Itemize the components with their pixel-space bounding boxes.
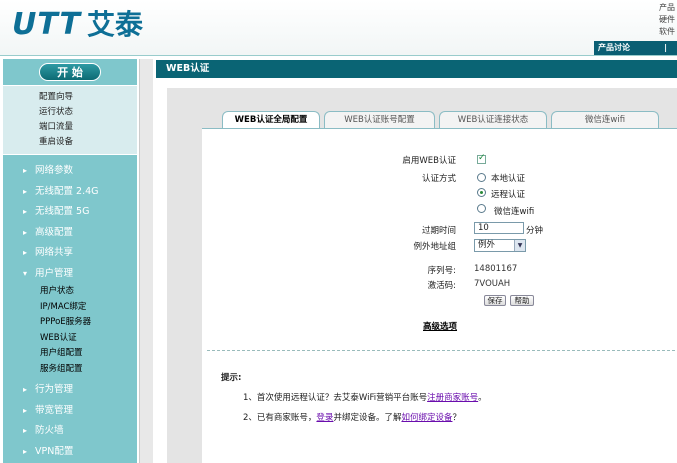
- start-button[interactable]: 开 始: [39, 63, 101, 81]
- tip-1: 1、首次使用远程认证？去艾泰WiFi营销平台账号注册商家账号。: [243, 391, 487, 403]
- exception-group-value: 例外: [478, 240, 496, 250]
- chevron-right-icon: ▸: [23, 248, 28, 257]
- auth-method-label: 认证方式: [421, 174, 456, 184]
- tab-connection-status[interactable]: WEB认证连接状态: [439, 111, 547, 128]
- login-link[interactable]: 登录: [316, 413, 333, 423]
- tab-bar: WEB认证全局配置 WEB认证账号配置 WEB认证连接状态 微信连wifi: [222, 111, 659, 129]
- sidebar-subitem-service-group[interactable]: 服务组配置: [3, 362, 137, 378]
- sidebar-item-label: 网络共享: [35, 247, 74, 258]
- sidebar-subitem-web-auth[interactable]: WEB认证: [3, 331, 137, 347]
- chevron-right-icon: ▸: [23, 166, 28, 175]
- radio-wechat-wifi-label: 微信连wifi: [494, 207, 535, 217]
- serial-value: 14801167: [474, 264, 518, 274]
- product-discussion-link[interactable]: 产品讨论: [598, 43, 630, 52]
- sidebar-item-vpn[interactable]: ▸ VPN配置: [3, 442, 137, 463]
- serial-label: 序列号:: [427, 266, 456, 276]
- sidebar-item-sharing[interactable]: ▸ 网络共享: [3, 243, 137, 264]
- enable-web-auth-label: 启用WEB认证: [402, 156, 456, 166]
- quick-item-traffic[interactable]: 端口流量: [39, 120, 137, 135]
- sidebar-item-bandwidth[interactable]: ▸ 带宽管理: [3, 401, 137, 422]
- sidebar-item-user-management[interactable]: ▾ 用户管理: [3, 264, 137, 285]
- quick-item-wizard[interactable]: 配置向导: [39, 90, 137, 105]
- chevron-right-icon: ▸: [23, 227, 28, 237]
- tip-1-suffix: 。: [478, 393, 487, 403]
- sidebar-item-firewall[interactable]: ▸ 防火墙: [3, 421, 137, 442]
- logo-text: UTT: [12, 7, 81, 42]
- sidebar-scrollbar[interactable]: [139, 59, 153, 463]
- exception-group-select[interactable]: 例外 ▼: [474, 239, 526, 252]
- tip-2-mid: 并绑定设备。了解: [333, 413, 402, 423]
- chevron-down-icon: ▾: [23, 268, 28, 278]
- chevron-right-icon: ▸: [23, 405, 28, 415]
- page-title: WEB认证: [156, 60, 677, 78]
- tip-2-text: 2、已有商家账号，: [243, 413, 317, 423]
- radio-remote-auth-label: 远程认证: [491, 190, 526, 200]
- separator: |: [664, 43, 667, 52]
- radio-remote-auth[interactable]: [477, 188, 486, 197]
- top-link[interactable]: 软件: [659, 26, 675, 38]
- sidebar-subitem-pppoe[interactable]: PPPoE服务器: [3, 315, 137, 331]
- sidebar-item-wireless-24g[interactable]: ▸ 无线配置 2.4G: [3, 182, 137, 203]
- tip-2-suffix: ？: [452, 413, 461, 423]
- tab-account-config[interactable]: WEB认证账号配置: [324, 111, 435, 128]
- sidebar-item-label: 防火墙: [35, 425, 64, 436]
- enable-web-auth-checkbox[interactable]: [477, 153, 486, 164]
- tab-wechat-wifi[interactable]: 微信连wifi: [551, 111, 659, 128]
- quick-menu: 配置向导 运行状态 端口流量 重启设备: [3, 85, 137, 155]
- sidebar-item-label: 行为管理: [35, 384, 74, 395]
- chevron-right-icon: ▸: [23, 186, 28, 196]
- header: UTT 艾泰 产品 硬件 软件 产品讨论 |: [0, 0, 677, 56]
- chevron-right-icon: ▸: [23, 385, 28, 394]
- sidebar-item-label: 无线配置 5G: [35, 206, 90, 217]
- chevron-right-icon: ▸: [23, 426, 28, 435]
- sidebar-subitem-user-status[interactable]: 用户状态: [3, 284, 137, 300]
- expire-time-input[interactable]: 10: [474, 222, 524, 234]
- tip-2: 2、已有商家账号，登录并绑定设备。了解如何绑定设备？: [243, 411, 461, 423]
- chevron-down-icon[interactable]: ▼: [514, 240, 525, 251]
- start-area: 开 始: [3, 59, 137, 85]
- tab-global-config[interactable]: WEB认证全局配置: [222, 111, 320, 129]
- sidebar-item-label: 带宽管理: [35, 404, 74, 416]
- quick-item-reboot[interactable]: 重启设备: [39, 135, 137, 150]
- quick-item-status[interactable]: 运行状态: [39, 105, 137, 120]
- sidebar-subitem-ip-mac[interactable]: IP/MAC绑定: [3, 300, 137, 316]
- top-link[interactable]: 硬件: [659, 14, 675, 26]
- tips-title: 提示:: [221, 373, 242, 383]
- activation-label: 激活码:: [427, 281, 456, 291]
- sidebar-item-label: 用户管理: [35, 267, 74, 279]
- radio-wechat-wifi[interactable]: [477, 204, 486, 213]
- product-discussion-bar[interactable]: 产品讨论 |: [594, 41, 677, 55]
- sidebar-subitem-user-group[interactable]: 用户组配置: [3, 346, 137, 362]
- sidebar: 开 始 配置向导 运行状态 端口流量 重启设备 ▸ 网络参数 ▸ 无线配置 2.4G…: [3, 59, 137, 463]
- how-to-bind-link[interactable]: 如何绑定设备: [401, 413, 452, 423]
- sidebar-item-advanced[interactable]: ▸ 高级配置: [3, 223, 137, 244]
- advanced-options-link[interactable]: 高级选项: [423, 320, 457, 332]
- logo: UTT 艾泰: [12, 10, 143, 40]
- tip-1-text: 1、首次使用远程认证？去艾泰WiFi营销平台账号: [243, 393, 428, 403]
- save-button[interactable]: 保存: [484, 295, 506, 306]
- expire-unit: 分钟: [526, 226, 544, 236]
- radio-local-auth-label: 本地认证: [491, 174, 526, 184]
- chevron-right-icon: ▸: [23, 207, 28, 216]
- radio-local-auth[interactable]: [477, 173, 486, 182]
- sidebar-item-wireless-5g[interactable]: ▸ 无线配置 5G: [3, 202, 137, 223]
- exception-group-label: 例外地址组: [413, 242, 456, 252]
- sidebar-item-label: VPN配置: [35, 445, 74, 457]
- top-right-links: 产品 硬件 软件: [659, 2, 675, 38]
- register-merchant-link[interactable]: 注册商家账号: [427, 393, 478, 403]
- help-button[interactable]: 帮助: [510, 295, 534, 306]
- divider: [207, 350, 675, 351]
- logo-cn: 艾泰: [86, 8, 143, 41]
- expire-time-label: 过期时间: [421, 226, 456, 236]
- top-link[interactable]: 产品: [659, 2, 675, 14]
- chevron-right-icon: ▸: [23, 446, 28, 456]
- sidebar-item-label: 无线配置 2.4G: [35, 185, 99, 197]
- sidebar-item-behavior[interactable]: ▸ 行为管理: [3, 380, 137, 401]
- sidebar-item-label: 高级配置: [35, 226, 74, 238]
- sidebar-item-label: 网络参数: [35, 165, 74, 176]
- activation-value: 7VOUAH: [474, 279, 511, 289]
- sidebar-item-network[interactable]: ▸ 网络参数: [3, 161, 137, 182]
